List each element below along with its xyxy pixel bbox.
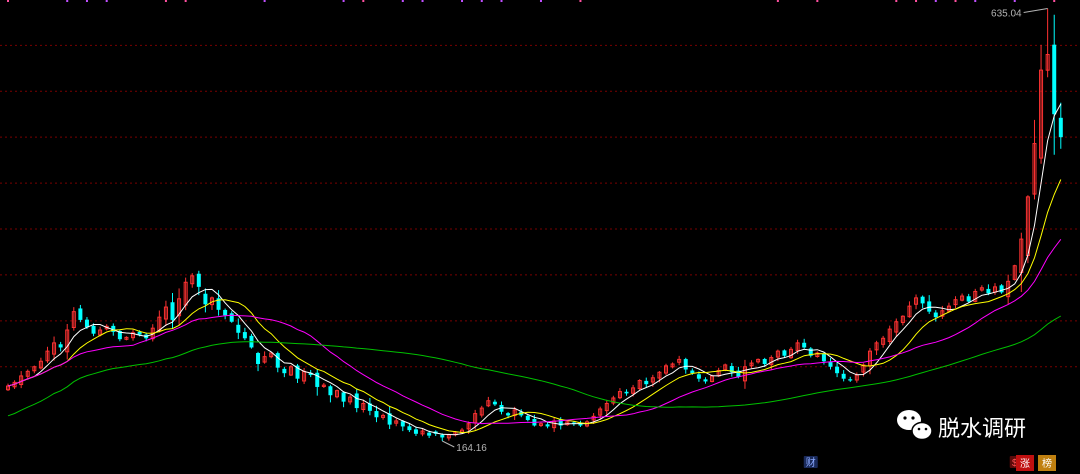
candle-body-down: [828, 362, 833, 367]
top-tick-mark: [184, 0, 187, 2]
candle-body-down: [821, 354, 826, 362]
top-tick-mark: [421, 0, 424, 2]
top-tick-mark: [342, 0, 345, 2]
finance-marker-label[interactable]: 财: [806, 456, 816, 469]
watermark: 脱水调研: [897, 410, 1026, 442]
price-gridlines: [0, 44, 1080, 368]
candle-body-down: [966, 296, 971, 302]
top-tick-mark: [85, 0, 88, 2]
candle-body-down: [78, 308, 83, 320]
top-tick-mark: [915, 0, 918, 2]
candle-body-down: [229, 313, 234, 322]
top-tick-mark: [263, 0, 266, 2]
candle-body-down: [848, 379, 853, 381]
top-tick-mark: [895, 0, 898, 2]
candle-body-down: [986, 288, 991, 294]
high-price-label: 635.04: [991, 9, 1022, 20]
rise-badge-label[interactable]: 涨: [1020, 458, 1030, 470]
candle-body-down: [400, 421, 405, 427]
candles: [6, 8, 1063, 441]
candle-body-down: [782, 350, 787, 356]
candle-body-down: [683, 359, 688, 370]
corner-badges: 涨 榜: [1016, 455, 1056, 471]
rank-badge-label[interactable]: 榜: [1042, 457, 1052, 470]
candle-body-down: [407, 426, 412, 431]
candle-body-down: [91, 325, 96, 334]
low-price-pointer-line: [442, 440, 455, 448]
top-tick-mark: [461, 0, 464, 2]
candle-body-down: [920, 296, 925, 304]
candle-body-down: [492, 401, 497, 405]
candle-body-down: [196, 273, 201, 287]
candle-body-down: [427, 432, 432, 436]
top-tick-mark: [816, 0, 819, 2]
candle-body-down: [170, 302, 175, 320]
top-tick-mark: [579, 0, 582, 2]
top-tick-mark: [480, 0, 483, 2]
chart-stage: 635.04 164.16 财 $ 涨 榜 脱水调研: [0, 0, 1080, 474]
top-tick-mark: [362, 0, 365, 2]
candle-body-down: [341, 392, 346, 402]
moving-average-lines: [7, 103, 1062, 436]
top-tick-mark: [934, 0, 937, 2]
candlestick-chart: 635.04 164.16 财 $ 涨 榜 脱水调研: [0, 0, 1080, 471]
candle-body-down: [624, 391, 629, 394]
candle-body-down: [696, 374, 701, 379]
candle-body-down: [413, 429, 418, 434]
candle-body-down: [440, 434, 445, 438]
candle-body-down: [203, 293, 208, 305]
ma60-line: [7, 315, 1062, 417]
candle-body-down: [802, 342, 807, 348]
top-tick-mark: [7, 0, 9, 2]
candle-body-down: [927, 301, 932, 312]
top-tick-mark: [974, 0, 977, 2]
watermark-text: 脱水调研: [938, 417, 1026, 442]
candle-body-down: [506, 413, 511, 416]
candle-body-down: [282, 368, 287, 374]
top-tick-mark: [401, 0, 404, 2]
candle-body-down: [223, 309, 228, 316]
candle-body-down: [354, 393, 359, 409]
candle-body-down: [835, 366, 840, 374]
top-tick-mark: [954, 0, 957, 2]
candle-body-down: [703, 379, 708, 382]
candle-body-down: [256, 352, 261, 364]
candle-body-down: [933, 312, 938, 318]
candle-body-down: [236, 324, 241, 333]
candle-body-down: [58, 344, 63, 348]
candle-body-down: [525, 415, 530, 421]
high-price-pointer-line: [1023, 8, 1048, 14]
wechat-logo-icon: [897, 410, 933, 441]
top-tick-mark: [1013, 0, 1016, 2]
top-tick-mark: [66, 0, 69, 2]
low-price-label: 164.16: [456, 443, 487, 454]
ma5-line: [7, 103, 1062, 436]
candle-body-down: [999, 285, 1004, 293]
candle-body-down: [84, 319, 89, 328]
ma20-line: [7, 238, 1062, 425]
top-tick-mark: [105, 0, 108, 2]
top-tick-mark: [1053, 0, 1056, 2]
candle-body-down: [762, 358, 767, 364]
candle-body-down: [242, 332, 247, 339]
candle-body-down: [644, 380, 649, 385]
top-tick-mark: [539, 0, 542, 2]
candle-body-down: [1058, 117, 1063, 138]
event-markers: 财 $: [803, 456, 1020, 469]
candle-body-down: [841, 373, 846, 379]
candle-body-down: [374, 411, 379, 418]
top-tick-mark: [500, 0, 503, 2]
top-tick-mark: [776, 0, 779, 2]
candle-body-down: [545, 424, 550, 427]
candle-body-down: [1052, 44, 1057, 115]
candle-body-down: [275, 353, 280, 368]
top-tick-mark: [164, 0, 167, 2]
candle-body-down: [328, 386, 333, 396]
top-dotted-ticks: [7, 0, 1056, 2]
